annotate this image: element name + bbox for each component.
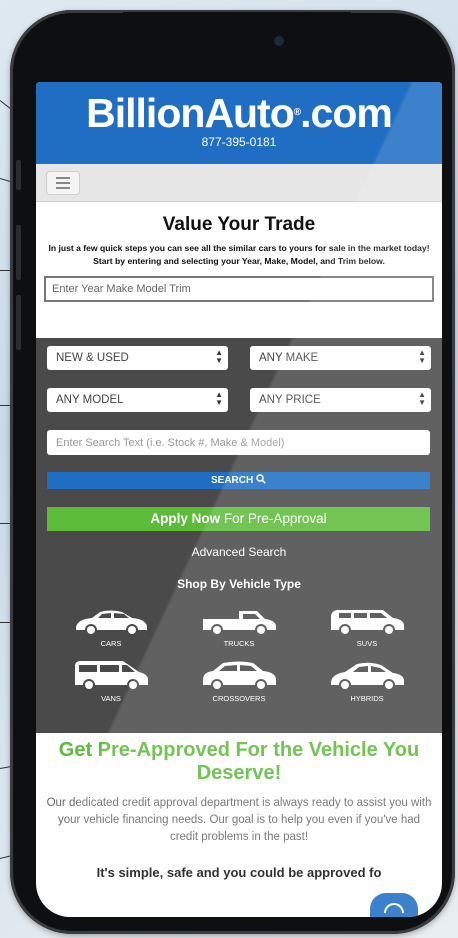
search-button[interactable]: SEARCH: [47, 472, 430, 489]
select-arrows-icon: ▲ ▼: [215, 390, 223, 407]
condition-select[interactable]: NEW & USED ▲ ▼: [47, 346, 228, 370]
suv-icon: [331, 610, 404, 636]
trade-instructions: Start by entering and selecting your Yea…: [93, 256, 385, 266]
vehicle-type-cars[interactable]: CARS: [47, 607, 175, 648]
select-arrows-icon: ▲ ▼: [215, 348, 223, 365]
crossover-icon: [203, 661, 276, 691]
chat-button[interactable]: [370, 893, 418, 917]
hybrid-car-icon: [331, 662, 404, 691]
van-icon: [75, 661, 148, 691]
shop-by-type-heading: Shop By Vehicle Type: [177, 577, 301, 591]
pre-approval-tagline: It's simple, safe and you could be appro…: [96, 865, 382, 880]
pre-approval-headline: Get Pre-Approved For the Vehicle You Des…: [58, 739, 420, 784]
phone-screen: BillionAuto®.com 877-395-0181 Value Your…: [36, 82, 442, 917]
sedan-icon: [76, 610, 147, 636]
price-select[interactable]: ANY PRICE ▲ ▼: [250, 388, 431, 412]
dealer-phone-number[interactable]: 877-395-0181: [36, 135, 442, 149]
vehicle-type-trucks[interactable]: TRUCKS: [175, 607, 303, 648]
pre-approval-section: Get Pre-Approved For the Vehicle You Des…: [36, 733, 442, 881]
vehicle-type-vans[interactable]: VANS: [47, 658, 175, 703]
phone-side-button: [16, 295, 21, 350]
trade-vehicle-input[interactable]: [44, 276, 434, 302]
phone-side-button: [16, 225, 21, 280]
phone-side-button: [16, 160, 21, 190]
chat-icon: [384, 903, 404, 913]
brand-logo[interactable]: BillionAuto®.com: [36, 90, 442, 136]
hamburger-menu-button[interactable]: [46, 171, 80, 195]
camera-icon: [274, 36, 284, 46]
pre-approval-body: Our dedicated credit approval department…: [46, 797, 432, 843]
model-select[interactable]: ANY MODEL ▲ ▼: [47, 388, 228, 412]
brand-header: BillionAuto®.com 877-395-0181: [36, 82, 442, 164]
vehicle-type-suvs[interactable]: SUVS: [303, 607, 431, 648]
apply-now-button[interactable]: Apply Now For Pre-Approval: [47, 507, 430, 531]
phone-notch: [123, 12, 351, 64]
magnifier-icon: [256, 474, 266, 484]
select-arrows-icon: ▲ ▼: [418, 390, 426, 407]
search-text-input[interactable]: [47, 430, 430, 455]
pickup-truck-icon: [203, 611, 276, 636]
trade-intro: In just a few quick steps you can see al…: [48, 243, 430, 253]
vehicle-type-hybrids[interactable]: HYBRIDS: [303, 658, 431, 703]
make-select[interactable]: ANY MAKE ▲ ▼: [250, 346, 431, 370]
advanced-search-link[interactable]: Advanced Search: [47, 545, 431, 559]
nav-bar: [36, 164, 442, 202]
hamburger-icon: [56, 177, 70, 179]
vehicle-search-panel: NEW & USED ▲ ▼ ANY MAKE ▲ ▼ ANY MODEL ▲ ▼ A…: [36, 338, 442, 733]
vehicle-type-grid: CARS TRUCKS SUVS VANS CROSSOVERS HYBRIDS: [47, 607, 431, 703]
select-arrows-icon: ▲ ▼: [418, 348, 426, 365]
vehicle-type-crossovers[interactable]: CROSSOVERS: [175, 658, 303, 703]
value-your-trade-section: Value Your Trade In just a few quick ste…: [36, 202, 442, 310]
trade-title: Value Your Trade: [162, 214, 316, 235]
